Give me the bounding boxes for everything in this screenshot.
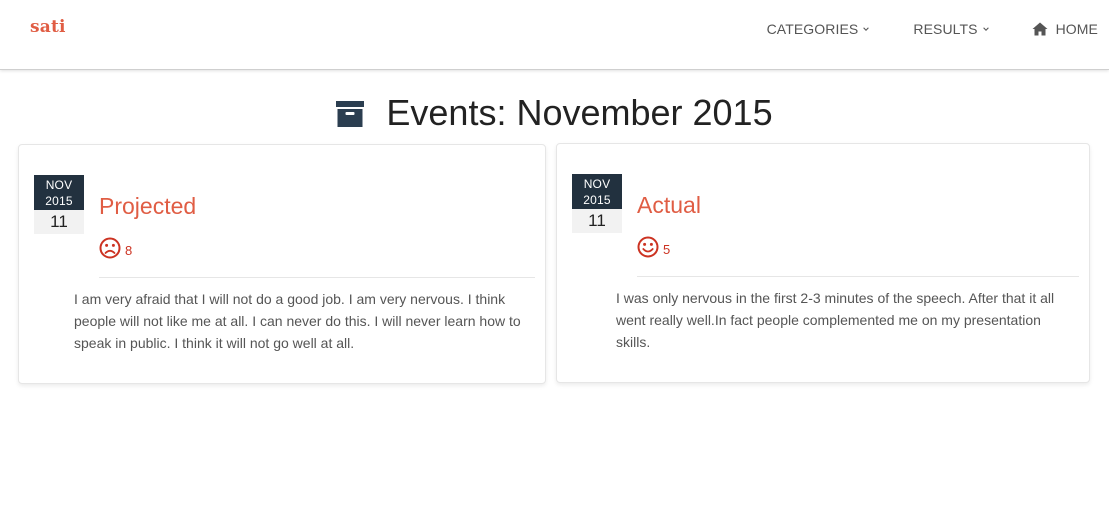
top-navbar: sati CATEGORIES RESULTS HOME [0,0,1109,70]
date-year: 2015 [45,194,73,208]
divider [99,277,535,278]
date-month: NOV [45,178,73,192]
nav-categories-dropdown[interactable]: CATEGORIES [767,21,870,37]
event-description: I was only nervous in the first 2-3 minu… [616,290,1055,350]
event-title-link[interactable]: Actual [637,192,701,219]
date-year: 2015 [583,193,611,207]
mood-score: 5 [663,242,671,257]
event-description: I am very afraid that I will not do a go… [74,291,521,351]
event-card-projected: NOV 2015 11 Projected 8 I am very afraid… [18,144,546,384]
brand-logo-link[interactable]: sati [30,17,66,37]
home-icon [1032,22,1048,36]
smile-face-icon [637,236,659,258]
chevron-down-icon [982,27,989,31]
mood-rating: 5 [637,236,670,258]
date-badge: NOV 2015 11 [34,175,84,234]
page-title: Events: November 2015 [0,92,1109,134]
mood-rating: 8 [99,237,132,259]
page-title-text: Events: November 2015 [386,92,773,133]
nav-categories-label: CATEGORIES [766,21,859,37]
date-badge-header: NOV 2015 [572,174,622,209]
event-card-actual: NOV 2015 11 Actual 5 I was only nervous … [556,143,1090,383]
chevron-down-icon [863,27,870,31]
sad-face-icon [99,237,121,259]
nav-results-label: RESULTS [913,21,978,37]
divider [637,276,1079,277]
date-badge: NOV 2015 11 [572,174,622,233]
event-title-link[interactable]: Projected [99,193,196,220]
main-nav: CATEGORIES RESULTS HOME [767,21,1098,37]
date-day: 11 [572,209,622,233]
date-badge-header: NOV 2015 [34,175,84,210]
archive-icon [336,101,365,127]
nav-results-dropdown[interactable]: RESULTS [913,21,989,37]
date-day: 11 [34,210,84,234]
nav-home-link[interactable]: HOME [1032,21,1098,37]
mood-score: 8 [125,243,133,258]
nav-home-label: HOME [1055,21,1098,37]
date-month: NOV [583,177,611,191]
